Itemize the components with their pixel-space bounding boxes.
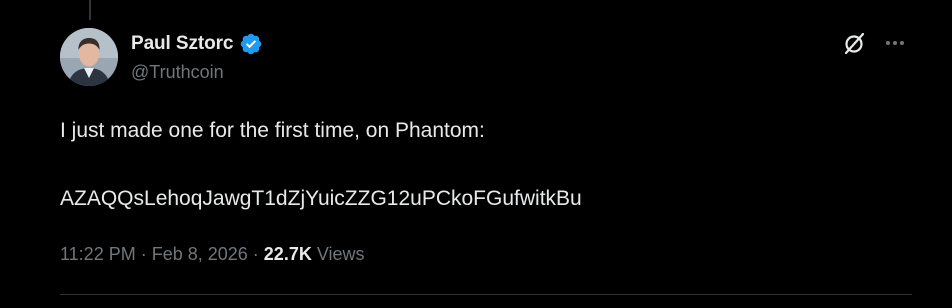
tweet-text-line2: AZAQQsLehoqJawgT1dZjYuicZZG12uPCkoFGufwi…: [60, 187, 582, 210]
views-count: 22.7K: [263, 244, 312, 264]
avatar[interactable]: [60, 28, 118, 86]
author-name-row: Paul Sztorc: [131, 31, 263, 57]
avatar-photo: [60, 28, 118, 86]
views-label: Views: [316, 244, 365, 264]
tweet-date[interactable]: Feb 8, 2026: [152, 244, 248, 265]
more-options-icon[interactable]: [881, 29, 909, 57]
author-handle[interactable]: @Truthcoin: [131, 62, 224, 83]
tweet-time[interactable]: 11:22 PM: [60, 244, 136, 265]
thread-connector-line: [89, 0, 91, 20]
grok-icon[interactable]: [841, 29, 869, 57]
meta-separator: ·: [252, 244, 259, 264]
meta-separator: ·: [140, 244, 147, 264]
tweet-meta: 11:22 PM · Feb 8, 2026 · 22.7K Views: [60, 244, 365, 265]
verified-badge-icon[interactable]: [239, 32, 263, 56]
divider: [60, 294, 912, 295]
author-display-name[interactable]: Paul Sztorc: [131, 33, 233, 55]
tweet-text-line1: I just made one for the first time, on P…: [60, 119, 485, 142]
